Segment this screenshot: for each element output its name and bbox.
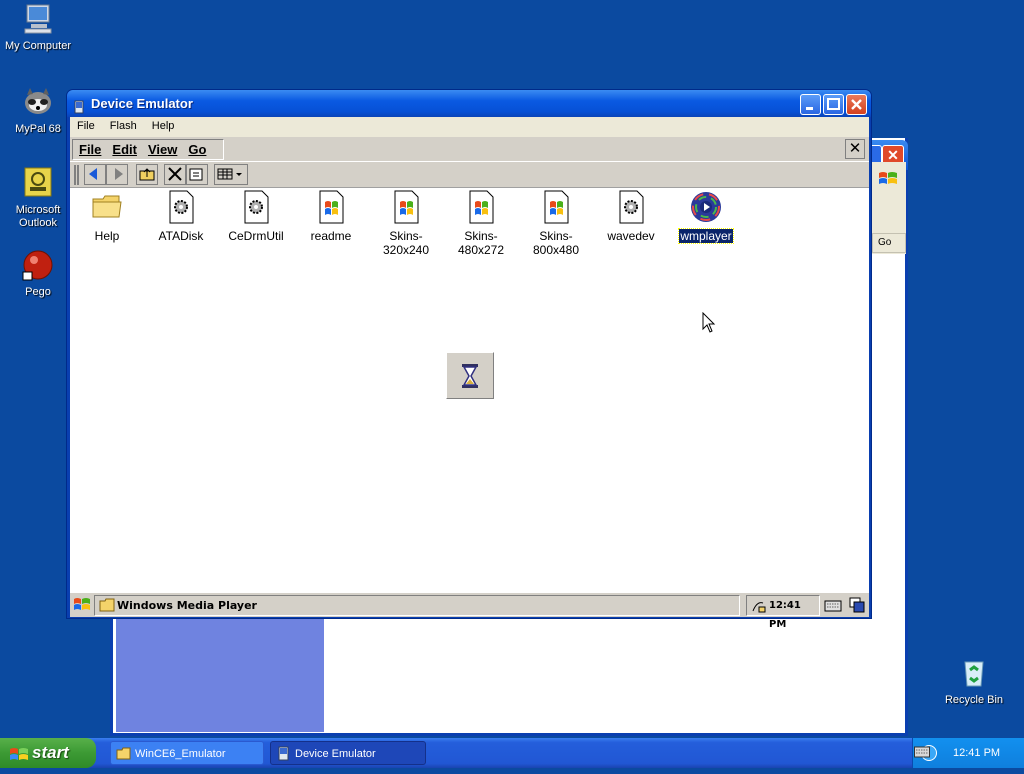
desktop-icon-label: Recycle Bin <box>944 694 1004 706</box>
desktop-icon-outlook[interactable]: Microsoft Outlook <box>0 166 76 230</box>
ce-menu-view[interactable]: View <box>142 140 182 157</box>
file-label: wmplayer <box>678 228 734 244</box>
background-go-button[interactable]: Go <box>872 233 906 253</box>
desktop-icon-label: My Computer <box>4 40 72 52</box>
menu-flash[interactable]: Flash <box>103 117 142 132</box>
taskbar-button-wince6[interactable]: WinCE6_Emulator <box>110 741 264 765</box>
hourglass-busy-indicator <box>446 352 494 399</box>
file-item-selected[interactable]: wmplayer <box>669 188 743 244</box>
ce-close-button[interactable]: ✕ <box>845 139 865 159</box>
taskbar: start WinCE6_Emulator Device Emulator 12… <box>0 738 1024 768</box>
stylus-icon <box>749 597 767 622</box>
ce-taskbar: Windows Media Player 12:41 PM <box>70 592 869 630</box>
delete-button[interactable] <box>164 164 186 185</box>
properties-button[interactable] <box>186 164 208 185</box>
ce-task-button[interactable]: Windows Media Player <box>94 595 740 616</box>
emulator-app-icon <box>276 746 291 761</box>
maximize-button[interactable] <box>823 94 844 115</box>
background-side-panel <box>116 614 324 732</box>
close-button[interactable] <box>846 94 867 115</box>
emulator-screen: File Edit View Go ✕ Help ATADisk CeDrmUt… <box>70 137 869 630</box>
file-item[interactable]: Help <box>70 188 144 243</box>
device-emulator-window[interactable]: Device Emulator File Flash Help File Edit… <box>66 89 872 630</box>
desktop-icon-recycle-bin[interactable]: Recycle Bin <box>936 656 1012 707</box>
file-label: ATADisk <box>158 229 204 243</box>
application-gear-icon <box>240 190 272 224</box>
ce-start-button[interactable] <box>72 596 92 614</box>
emulator-app-icon <box>72 96 86 114</box>
folder-icon <box>99 598 115 618</box>
menu-help[interactable]: Help <box>145 117 180 132</box>
outlook-icon <box>21 166 55 200</box>
file-item[interactable]: CeDrmUtil <box>219 188 293 243</box>
media-player-icon <box>690 190 722 224</box>
ce-menu-edit[interactable]: Edit <box>106 140 142 157</box>
mouse-cursor-icon <box>702 311 716 337</box>
keyboard-language-icon[interactable] <box>914 746 930 758</box>
ce-menubar: File Edit View Go ✕ <box>70 137 869 162</box>
folder-icon <box>116 746 131 761</box>
taskbar-clock[interactable]: 12:41 PM <box>953 747 1000 759</box>
ce-task-label: Windows Media Player <box>117 599 257 612</box>
toolbar-grip[interactable] <box>74 165 79 185</box>
file-item[interactable]: Skins- 320x240 <box>369 188 443 257</box>
file-label: Skins- 320x240 <box>382 229 430 257</box>
start-label: start <box>32 743 69 762</box>
back-button[interactable] <box>84 164 106 185</box>
start-button[interactable]: start <box>0 738 96 768</box>
up-folder-button[interactable] <box>136 164 158 185</box>
document-icon <box>540 190 572 224</box>
windows-logo-icon <box>9 744 29 762</box>
file-label: Skins- 800x480 <box>532 229 580 257</box>
desktop-icon-mypal[interactable]: MyPal 68 <box>0 85 76 136</box>
file-item[interactable]: Skins- 800x480 <box>519 188 593 257</box>
ce-menu-go[interactable]: Go <box>182 140 211 157</box>
file-item[interactable]: wavedev <box>594 188 668 243</box>
ce-menu-file[interactable]: File <box>73 140 106 157</box>
forward-button[interactable] <box>106 164 128 185</box>
desktop-icon-label: Microsoft Outlook <box>15 204 61 229</box>
minimize-button[interactable] <box>800 94 821 115</box>
recycle-bin-icon <box>957 656 991 690</box>
taskbar-button-label: WinCE6_Emulator <box>135 748 226 760</box>
folder-icon <box>91 190 123 224</box>
file-label: wavedev <box>607 229 655 243</box>
computer-icon <box>21 2 55 36</box>
desktop-icon-pego[interactable]: Pego <box>0 248 76 299</box>
application-gear-icon <box>615 190 647 224</box>
desktop-icon-label: MyPal 68 <box>15 123 61 135</box>
window-menubar: File Flash Help <box>70 117 869 137</box>
desktop-switch-icon[interactable] <box>848 596 866 614</box>
document-icon <box>465 190 497 224</box>
raccoon-icon <box>21 85 55 119</box>
taskbar-button-label: Device Emulator <box>295 748 376 760</box>
application-gear-icon <box>165 190 197 224</box>
keyboard-icon[interactable] <box>824 596 842 614</box>
desktop-icon-label: Pego <box>25 286 51 298</box>
window-titlebar[interactable]: Device Emulator <box>67 90 871 117</box>
window-title: Device Emulator <box>91 96 193 111</box>
document-icon <box>390 190 422 224</box>
ce-menu-group: File Edit View Go <box>72 139 224 160</box>
document-icon <box>315 190 347 224</box>
ce-toolbar <box>70 162 869 188</box>
file-item[interactable]: readme <box>294 188 368 243</box>
file-label: readme <box>310 229 352 243</box>
file-item[interactable]: ATADisk <box>144 188 218 243</box>
windows-logo-icon <box>878 170 898 188</box>
ce-clock[interactable]: 12:41 PM <box>746 595 820 630</box>
file-label: CeDrmUtil <box>228 229 284 243</box>
menu-file[interactable]: File <box>70 117 100 132</box>
file-label: Skins- 480x272 <box>457 229 505 257</box>
pego-icon <box>21 248 55 282</box>
taskbar-button-device-emulator[interactable]: Device Emulator <box>270 741 426 765</box>
view-menu-button[interactable] <box>214 164 248 185</box>
file-item[interactable]: Skins- 480x272 <box>444 188 518 257</box>
file-label: Help <box>94 229 120 243</box>
desktop-icon-my-computer[interactable]: My Computer <box>0 2 76 53</box>
